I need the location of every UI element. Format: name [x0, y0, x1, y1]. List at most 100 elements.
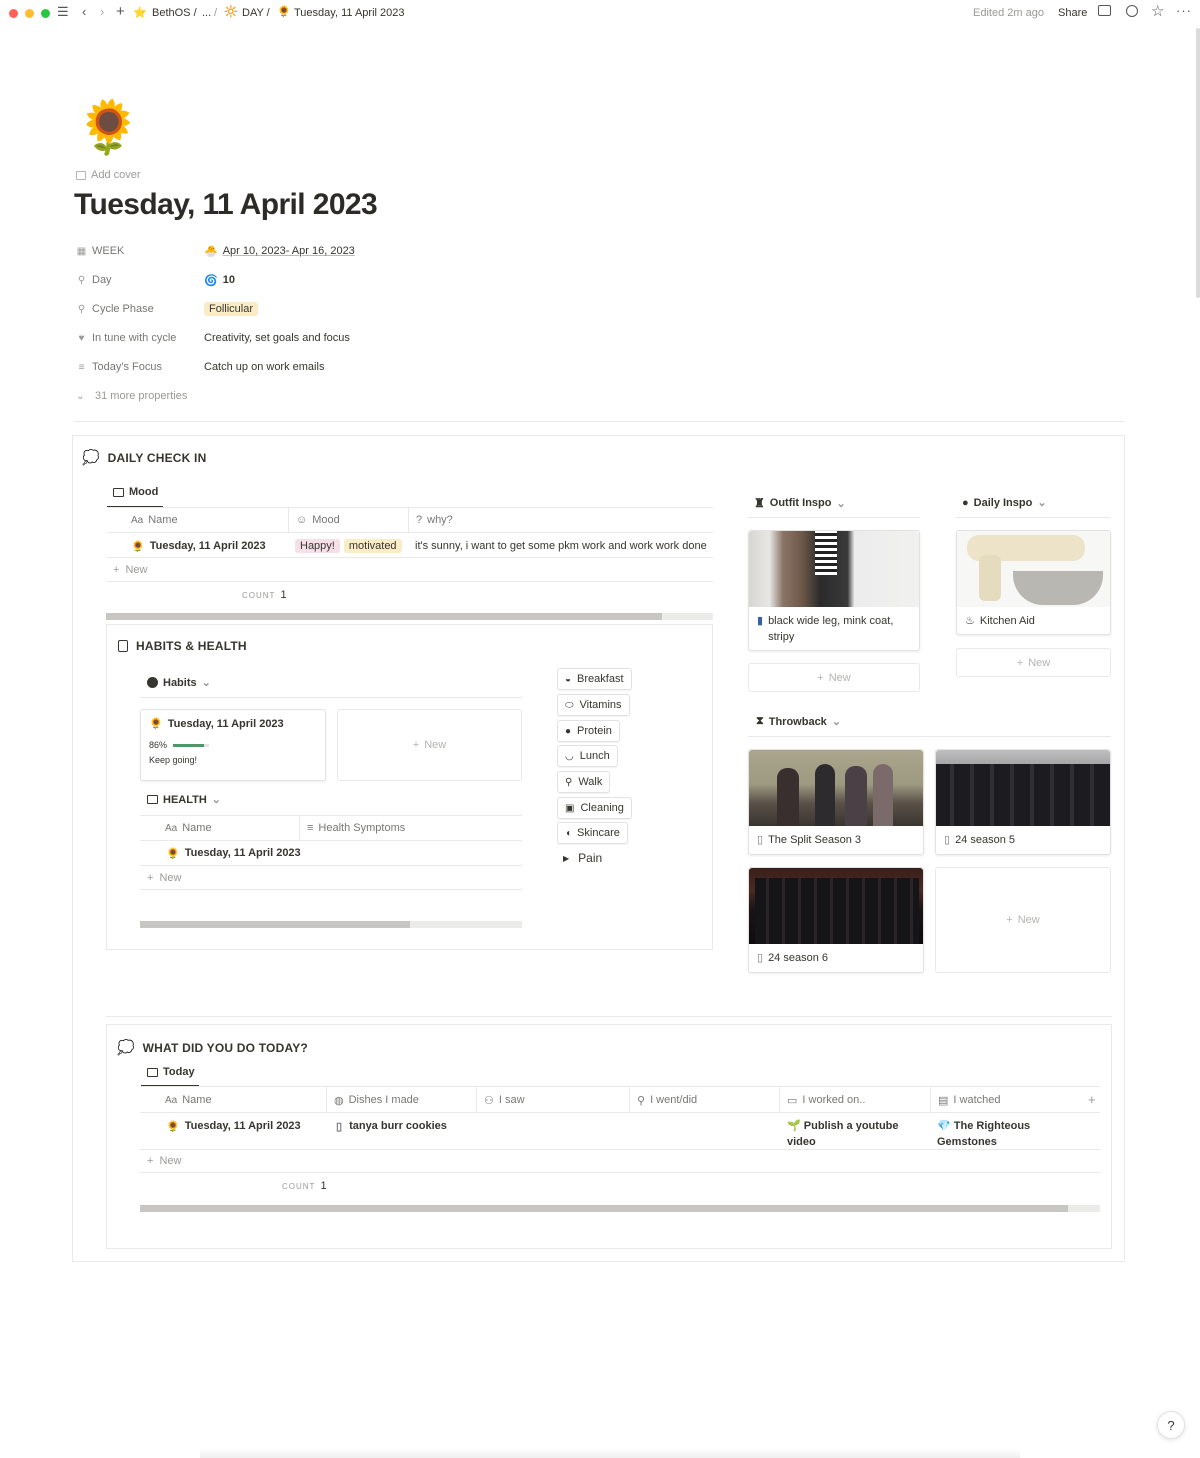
- outfit-card[interactable]: ▮ black wide leg, mink coat, stripy: [748, 530, 920, 651]
- health-new-row-button[interactable]: + New: [147, 871, 181, 885]
- today-column-i-saw[interactable]: ⚇ I saw: [484, 1093, 525, 1107]
- view-habits-dropdown[interactable]: Habits ⌄: [147, 676, 211, 689]
- 24-season-6-card-label: 24 season 6: [768, 952, 828, 964]
- today-column-name-label: Name: [182, 1094, 212, 1106]
- today-column-worked-on[interactable]: ▭ I worked on..: [787, 1093, 865, 1107]
- habit-button-lunch[interactable]: ◡ Lunch: [557, 745, 618, 767]
- property-week-value[interactable]: Apr 10, 2023- Apr 16, 2023: [223, 245, 355, 257]
- share-button[interactable]: Share: [1058, 7, 1087, 19]
- throwback-dropdown[interactable]: ⧗ Throwback ⌄: [756, 715, 841, 728]
- throwback-new-card-button[interactable]: + New: [935, 867, 1111, 973]
- chip-lunch-label: Lunch: [579, 750, 610, 762]
- outfit-new-card-button[interactable]: + New: [748, 663, 920, 692]
- habit-card-title-label: Tuesday, 11 April 2023: [167, 718, 284, 730]
- throwback-card-the-split[interactable]: ▯ The Split Season 3: [748, 749, 924, 855]
- favorite-star-icon[interactable]: ☆: [1151, 2, 1164, 20]
- health-column-symptoms[interactable]: ≡ Health Symptoms: [307, 821, 405, 835]
- comments-icon[interactable]: [1098, 5, 1111, 16]
- today-column-went-did[interactable]: ⚲ I went/did: [637, 1093, 697, 1107]
- menu-icon[interactable]: ☰: [57, 4, 69, 20]
- close-window-icon[interactable]: [9, 9, 18, 18]
- people-icon: ⚇: [484, 1094, 494, 1107]
- page-scrollbar[interactable]: [1196, 28, 1200, 298]
- habit-button-skincare[interactable]: ◖ Skincare: [557, 822, 628, 844]
- minimize-window-icon[interactable]: [25, 9, 34, 18]
- property-day-value[interactable]: 10: [223, 274, 235, 286]
- property-in-tune-value[interactable]: Creativity, set goals and focus: [204, 332, 350, 344]
- throwback-card-24-season-5[interactable]: ▯ 24 season 5: [935, 749, 1111, 855]
- property-in-tune[interactable]: ♥ In tune with cycle Creativity, set goal…: [76, 328, 350, 348]
- mood-row-tags[interactable]: Happy! motivated: [295, 538, 402, 554]
- page-title[interactable]: Tuesday, 11 April 2023: [74, 188, 378, 222]
- habit-button-breakfast[interactable]: ◒ Breakfast: [557, 668, 632, 690]
- daily-inspo-new-card-button[interactable]: + New: [956, 648, 1111, 677]
- column-header-why[interactable]: ? why?: [416, 513, 453, 527]
- mood-row-why[interactable]: it's sunny, i want to get some pkm work …: [415, 538, 707, 554]
- property-week[interactable]: ▦ WEEK 🐣 Apr 10, 2023- Apr 16, 2023: [76, 241, 355, 261]
- maximize-window-icon[interactable]: [41, 9, 50, 18]
- breadcrumb-bethos[interactable]: BethOS /: [152, 7, 197, 19]
- mood-count[interactable]: COUNT 1: [242, 588, 287, 602]
- page-icon-emoji[interactable]: 🌻: [76, 96, 141, 160]
- habit-button-cleaning[interactable]: ▣ Cleaning: [557, 797, 632, 819]
- property-cycle-phase[interactable]: ⚲ Cycle Phase Follicular: [76, 299, 259, 319]
- mood-row-name[interactable]: 🌻 Tuesday, 11 April 2023: [131, 538, 266, 554]
- breadcrumb-ellipsis[interactable]: ...: [202, 7, 211, 19]
- question-icon: ?: [416, 514, 423, 526]
- daily-inspo-card-title: ♨ Kitchen Aid: [965, 613, 1102, 629]
- outfit-inspo-dropdown[interactable]: ♜ Outfit Inspo ⌄: [754, 496, 846, 510]
- breadcrumb-separator: /: [214, 7, 218, 19]
- new-page-icon[interactable]: +: [116, 3, 125, 20]
- today-row-worked-on[interactable]: 🌱 Publish a youtube video: [787, 1118, 922, 1150]
- cycle-phase-tag[interactable]: Follicular: [204, 302, 259, 316]
- breadcrumb-day[interactable]: DAY /: [242, 7, 270, 19]
- health-row-name-label: Tuesday, 11 April 2023: [184, 847, 301, 859]
- more-properties-toggle[interactable]: ⌄ 31 more properties: [76, 386, 187, 406]
- mood-table-scrollbar[interactable]: [106, 613, 713, 620]
- add-cover-button[interactable]: Add cover: [76, 169, 141, 181]
- help-button[interactable]: ?: [1157, 1411, 1185, 1439]
- mood-new-row-button[interactable]: + New: [113, 563, 147, 577]
- today-new-row-button[interactable]: + New: [147, 1154, 181, 1168]
- today-column-dishes[interactable]: ◍ Dishes I made: [334, 1093, 419, 1107]
- property-todays-focus[interactable]: ≡ Today's Focus Catch up on work emails: [76, 357, 325, 377]
- view-health-dropdown[interactable]: HEALTH ⌄: [147, 793, 221, 806]
- habit-button-walk[interactable]: ⚲ Walk: [557, 771, 611, 793]
- property-day[interactable]: ⚲ Day 🌀 10: [76, 270, 235, 290]
- column-header-mood[interactable]: ☺ Mood: [296, 513, 340, 527]
- forward-icon[interactable]: ›: [100, 4, 104, 19]
- habit-button-protein[interactable]: ● Protein: [557, 720, 620, 742]
- view-tab-mood[interactable]: Mood: [113, 486, 158, 498]
- throwback-card-24-season-6[interactable]: ▯ 24 season 6: [748, 867, 924, 973]
- today-row-name[interactable]: 🌻 Tuesday, 11 April 2023: [166, 1118, 301, 1134]
- daily-inspo-card[interactable]: ♨ Kitchen Aid: [956, 530, 1111, 635]
- edited-status: Edited 2m ago: [973, 7, 1044, 19]
- plus-icon: +: [817, 671, 824, 684]
- back-icon[interactable]: ‹: [82, 4, 86, 19]
- today-column-name[interactable]: Aa Name: [165, 1093, 212, 1107]
- today-count[interactable]: COUNT 1: [282, 1179, 327, 1193]
- habit-card[interactable]: 🌻 Tuesday, 11 April 2023 86% Keep going!: [140, 709, 326, 781]
- column-header-name[interactable]: Aa Name: [131, 513, 178, 527]
- daily-inspo-dropdown[interactable]: ● Daily Inspo ⌄: [962, 496, 1047, 510]
- history-icon[interactable]: [1126, 5, 1138, 17]
- health-column-name[interactable]: Aa Name: [165, 821, 212, 835]
- walking-icon: ⚲: [637, 1094, 646, 1107]
- today-row-watched[interactable]: 💎 The Righteous Gemstones: [937, 1118, 1077, 1150]
- property-focus-value[interactable]: Catch up on work emails: [204, 361, 324, 373]
- add-column-button[interactable]: +: [1088, 1092, 1096, 1107]
- health-table-scrollbar[interactable]: [140, 921, 522, 928]
- health-row-name[interactable]: 🌻 Tuesday, 11 April 2023: [166, 846, 301, 860]
- pain-toggle[interactable]: ▶ Pain: [563, 850, 602, 866]
- habit-button-vitamins[interactable]: ⬭ Vitamins: [557, 694, 630, 716]
- today-column-worked-on-label: I worked on..: [802, 1094, 866, 1106]
- washing-machine-icon: ▣: [565, 802, 575, 814]
- breadcrumb-current-page[interactable]: Tuesday, 11 April 2023: [294, 7, 404, 19]
- view-tab-today[interactable]: Today: [147, 1066, 195, 1078]
- more-options-icon[interactable]: ···: [1176, 3, 1192, 18]
- property-focus-label: Today's Focus: [92, 361, 162, 373]
- today-table-scrollbar[interactable]: [140, 1205, 1100, 1212]
- habit-new-card-button[interactable]: + New: [337, 709, 522, 781]
- today-row-dish[interactable]: ▯ tanya burr cookies: [336, 1118, 447, 1134]
- today-column-watched[interactable]: ▤ I watched: [938, 1093, 1001, 1107]
